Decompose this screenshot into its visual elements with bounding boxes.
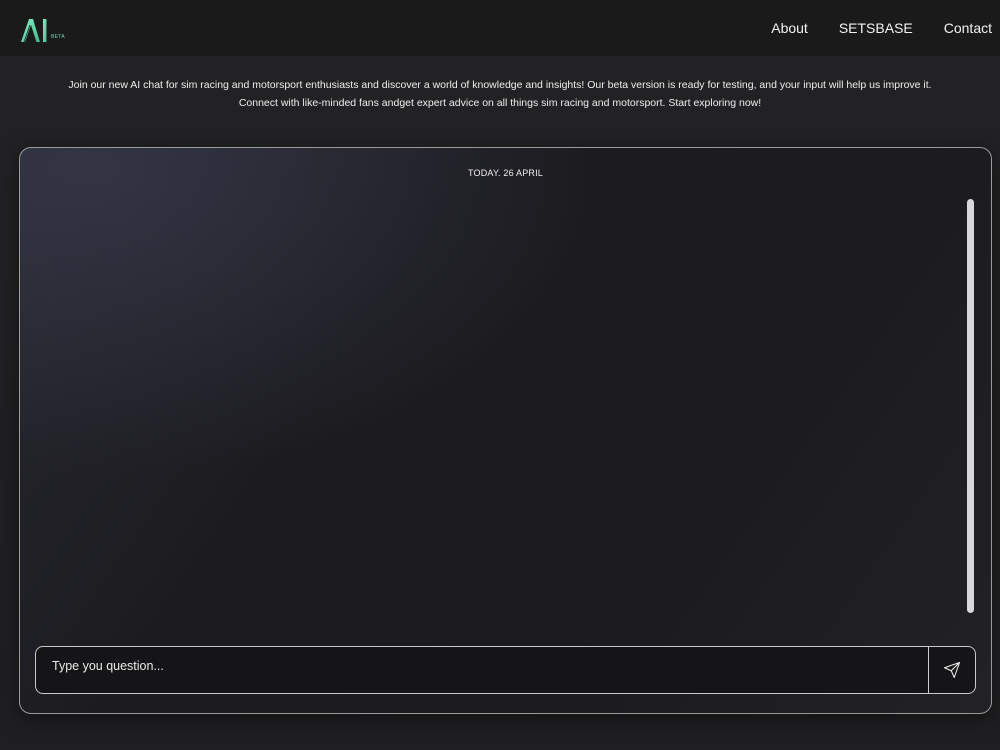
message-scrollbar[interactable]	[967, 199, 974, 613]
intro-line-2: Connect with like-minded fans andget exp…	[238, 97, 762, 109]
send-icon	[943, 661, 961, 679]
main-nav: About SETSBASE Contact	[740, 18, 992, 38]
page: BETA About SETSBASE Contact Join our new…	[0, 0, 1000, 750]
top-header: BETA About SETSBASE Contact	[0, 0, 1000, 56]
logo-mark-icon	[21, 19, 47, 43]
chat-date-label: TODAY. 26 APRIL	[467, 168, 544, 178]
chat-input-bar	[35, 646, 976, 694]
intro-line-1: Join our new AI chat for sim racing and …	[68, 79, 932, 91]
nav-link-contact[interactable]: Contact	[944, 18, 992, 38]
send-button[interactable]	[928, 647, 975, 693]
message-list	[34, 198, 974, 618]
question-input[interactable]	[36, 647, 928, 693]
nav-link-about[interactable]: About	[771, 18, 808, 38]
chat-panel: TODAY. 26 APRIL	[19, 147, 992, 714]
nav-link-setsbase[interactable]: SETSBASE	[839, 18, 913, 38]
logo-beta-badge: BETA	[51, 34, 65, 40]
intro-text: Join our new AI chat for sim racing and …	[0, 76, 1000, 112]
logo[interactable]: BETA	[20, 13, 70, 43]
